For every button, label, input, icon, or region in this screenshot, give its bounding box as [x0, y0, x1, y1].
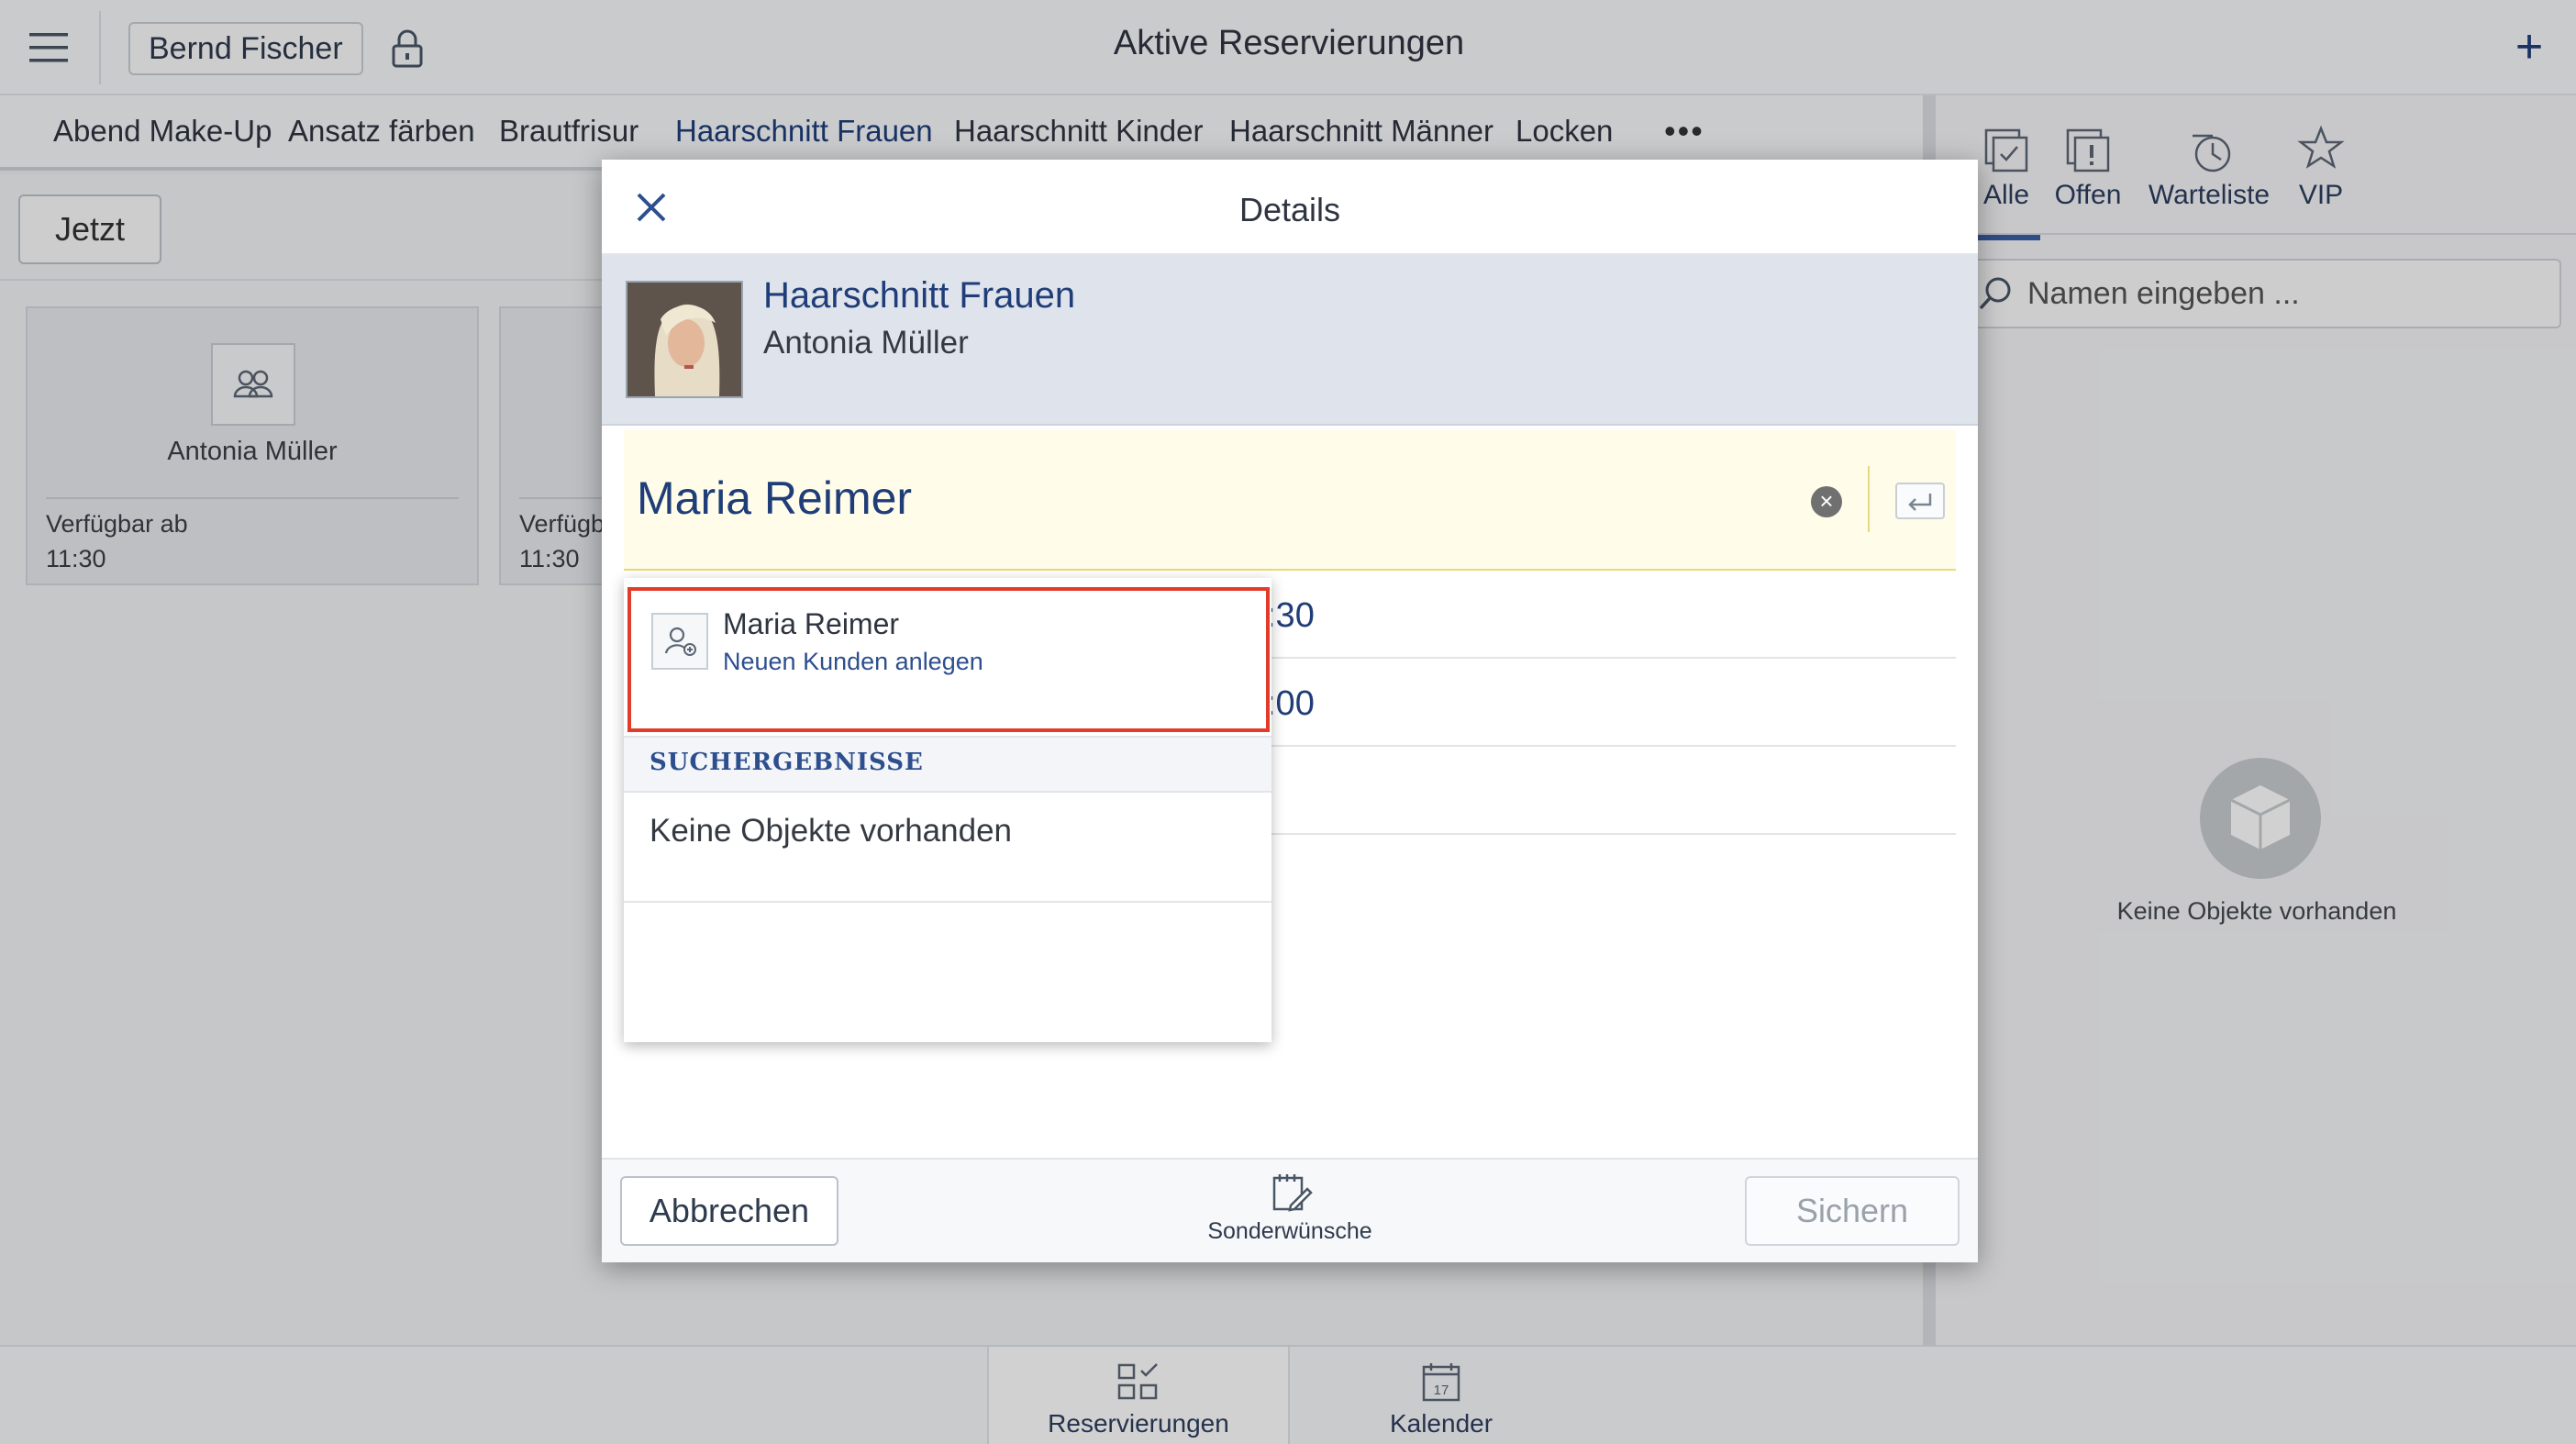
no-results-text: Keine Objekte vorhanden	[650, 813, 1012, 849]
special-requests-button[interactable]: Sonderwünsche	[1198, 1171, 1382, 1253]
field-divider	[1868, 466, 1870, 532]
row-divider	[1266, 833, 1956, 835]
results-heading: SUCHERGEBNISSE	[650, 749, 924, 776]
close-icon[interactable]	[631, 187, 672, 228]
new-customer-name: Maria Reimer	[723, 607, 900, 640]
clear-icon[interactable]: ×	[1811, 486, 1842, 517]
dialog-title: Details	[1238, 191, 1341, 228]
new-customer-action: Neuen Kunden anlegen	[723, 648, 983, 675]
staff-name: Antonia Müller	[763, 325, 969, 361]
customer-input[interactable]: Maria Reimer	[637, 472, 912, 525]
row-divider	[1266, 745, 1956, 747]
cancel-button[interactable]: Abbrechen	[620, 1176, 838, 1246]
service-name: Haarschnitt Frauen	[763, 275, 1076, 316]
save-button[interactable]: Sichern	[1745, 1176, 1960, 1246]
end-time-value[interactable]: :00	[1266, 684, 1315, 724]
row-divider	[1266, 657, 1956, 659]
special-requests-label: Sonderwünsche	[1207, 1218, 1372, 1244]
avatar	[626, 281, 743, 398]
enter-return-icon[interactable]	[1895, 483, 1945, 519]
add-person-icon	[651, 613, 708, 670]
start-time-value[interactable]: :30	[1266, 596, 1315, 636]
dropdown-divider	[624, 901, 1271, 903]
